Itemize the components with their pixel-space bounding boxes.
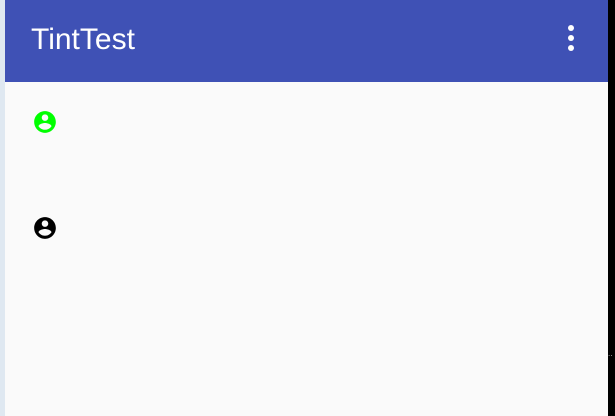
window-resize-handle[interactable]: ·· (608, 352, 612, 360)
overflow-dot (568, 45, 574, 51)
more-vert-icon[interactable] (555, 16, 587, 60)
overflow-dot (568, 25, 574, 31)
account-circle-icon (34, 111, 56, 133)
account-circle-icon-green-tint (32, 109, 58, 135)
overflow-dot (568, 35, 574, 41)
account-circle-icon (34, 217, 56, 239)
app-bar: TintTest (5, 0, 608, 82)
device-screen: TintTest (5, 0, 608, 416)
account-circle-icon-black-tint (32, 215, 58, 241)
app-title: TintTest (31, 23, 135, 56)
